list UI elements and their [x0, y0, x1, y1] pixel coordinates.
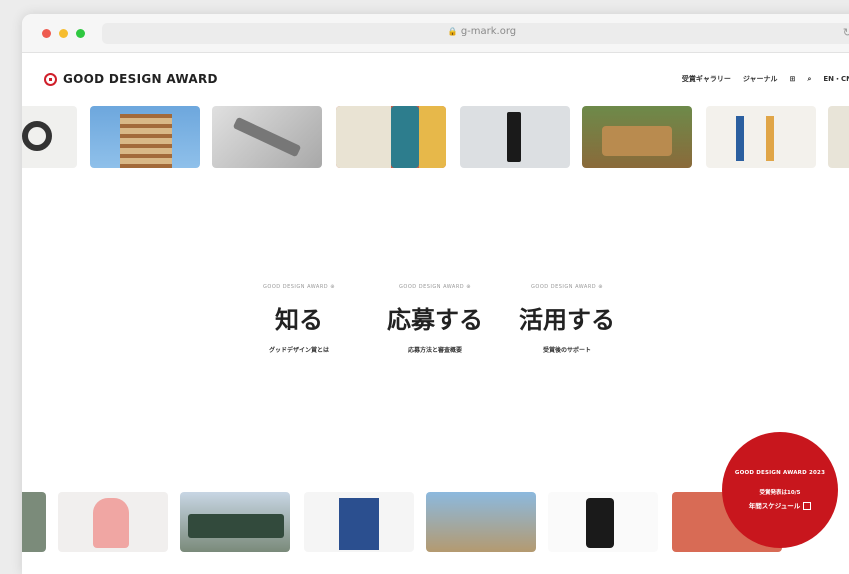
g-mark-logo-icon — [44, 72, 57, 86]
top-carousel — [22, 106, 849, 168]
main-nav: 受賞ギャラリー ジャーナル ⊞ ⌕ EN・CN — [670, 74, 849, 84]
section-title: 応募する — [387, 306, 483, 334]
logo-text: GOOD DESIGN AWARD — [63, 72, 218, 86]
close-window-button[interactable] — [42, 29, 51, 38]
badge-date: 受賞発表は10/5 — [759, 490, 801, 496]
gallery-thumb[interactable] — [180, 492, 290, 552]
section-subtitle: 受賞後のサポート — [542, 347, 591, 354]
section-title: 知る — [275, 306, 323, 334]
section-apply[interactable]: GOOD DESIGN AWARD ⊕ 応募する 応募方法と審査概要 — [370, 284, 500, 354]
gallery-thumb[interactable] — [336, 106, 446, 168]
section-subtitle: 応募方法と審査概要 — [407, 347, 462, 354]
award-schedule-badge[interactable]: GOOD DESIGN AWARD 2023 受賞発表は10/5 年間スケジュー… — [722, 432, 838, 548]
badge-schedule-link: 年間スケジュール — [722, 500, 838, 510]
url-value: g-mark.org — [460, 26, 517, 37]
gallery-thumb[interactable] — [706, 106, 816, 168]
site-header: GOOD DESIGN AWARD 受賞ギャラリー ジャーナル ⊞ ⌕ EN・C… — [22, 52, 849, 102]
gallery-thumb[interactable] — [426, 492, 536, 552]
gallery-thumb[interactable] — [828, 106, 849, 168]
section-know[interactable]: GOOD DESIGN AWARD ⊕ 知る グッドデザイン賞とは — [234, 284, 364, 354]
section-title: 活用する — [519, 306, 615, 334]
gallery-thumb[interactable] — [304, 492, 414, 552]
minimize-window-button[interactable] — [59, 29, 68, 38]
browser-window: 🔒 g-mark.org ↻ GOOD DESIGN AWARD 受賞ギャラリー … — [22, 14, 849, 574]
section-subtitle: グッドデザイン賞とは — [268, 347, 329, 354]
search-icon[interactable]: ⌕ — [807, 75, 811, 84]
section-tag: GOOD DESIGN AWARD ⊕ — [263, 284, 335, 290]
section-tag: GOOD DESIGN AWARD ⊕ — [531, 284, 603, 290]
gallery-thumb[interactable] — [548, 492, 658, 552]
gallery-thumb[interactable] — [90, 106, 200, 168]
address-bar[interactable]: 🔒 g-mark.org ↻ — [102, 23, 849, 44]
menu-icon[interactable]: ⊞ — [790, 75, 796, 83]
external-link-icon — [803, 502, 812, 510]
browser-titlebar: 🔒 g-mark.org ↻ — [22, 14, 849, 53]
maximize-window-button[interactable] — [76, 29, 85, 38]
badge-title: GOOD DESIGN AWARD 2023 — [734, 470, 826, 476]
language-switch[interactable]: EN・CN — [823, 74, 849, 84]
gallery-thumb[interactable] — [460, 106, 570, 168]
gallery-thumb[interactable] — [212, 106, 322, 168]
gallery-thumb[interactable] — [22, 106, 77, 168]
reload-icon[interactable]: ↻ — [843, 26, 849, 39]
logo[interactable]: GOOD DESIGN AWARD — [44, 72, 218, 86]
badge-schedule-text: 年間スケジュール — [748, 502, 801, 510]
nav-journal[interactable]: ジャーナル — [743, 74, 778, 84]
section-use[interactable]: GOOD DESIGN AWARD ⊕ 活用する 受賞後のサポート — [502, 284, 632, 354]
gallery-thumb[interactable] — [58, 492, 168, 552]
url-text: 🔒 g-mark.org — [102, 26, 849, 37]
section-tag: GOOD DESIGN AWARD ⊕ — [399, 284, 471, 290]
nav-gallery[interactable]: 受賞ギャラリー — [682, 74, 731, 84]
gallery-thumb[interactable] — [582, 106, 692, 168]
lock-icon: 🔒 — [447, 27, 458, 36]
gallery-thumb[interactable] — [22, 492, 46, 552]
